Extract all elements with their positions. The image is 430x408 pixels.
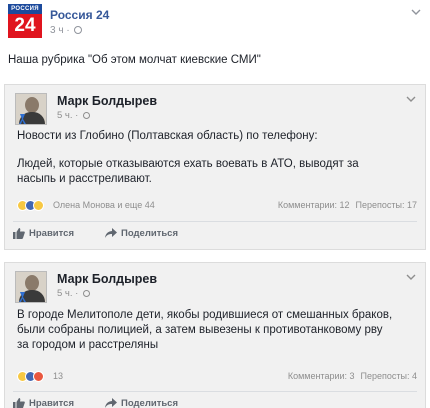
engagement-counts: Комментарии: 12 Перепосты: 17 — [272, 200, 417, 210]
embed-paragraph: насыпь и расстреливают. — [17, 173, 152, 185]
author-name[interactable]: Марк Болдырев — [57, 94, 157, 108]
post-text: Наша рубрика "Об этом молчат киевские СМ… — [8, 54, 261, 66]
ribbon-icon — [19, 292, 26, 302]
wow-reaction-icon — [33, 200, 44, 211]
globe-icon — [82, 289, 90, 297]
share-label: Поделиться — [121, 228, 179, 239]
embed-paragraph: были собраны полицией, а затем вывезены … — [17, 324, 383, 336]
embed-paragraph: Новости из Глобино (Полтавская область) … — [17, 130, 318, 142]
chevron-down-icon[interactable] — [405, 271, 417, 283]
reaction-icons — [17, 200, 51, 212]
page-name-link[interactable]: Россия 24 — [50, 8, 109, 22]
like-button[interactable]: Нравится — [13, 228, 74, 239]
chevron-down-icon[interactable] — [405, 93, 417, 105]
embed-paragraph: за городом и расстреляны — [17, 339, 159, 351]
embed-paragraph: Людей, которые отказываются ехать воеват… — [17, 158, 359, 170]
comments-count[interactable]: Комментарии: 12 — [278, 200, 350, 210]
reactions-label: Олена Монова и еще 44 — [53, 200, 155, 210]
globe-icon — [74, 26, 83, 35]
like-button[interactable]: Нравится — [13, 398, 74, 408]
share-label: Поделиться — [121, 398, 179, 408]
thumbs-up-icon — [13, 228, 25, 239]
ribbon-icon — [19, 114, 26, 124]
thumbs-up-icon — [13, 398, 25, 408]
like-label: Нравится — [29, 398, 74, 408]
angry-reaction-icon — [33, 371, 44, 382]
shares-count[interactable]: Перепосты: 4 — [361, 371, 417, 381]
share-button[interactable]: Поделиться — [105, 398, 178, 408]
embed-paragraph: В городе Мелитополе дети, якобы родившие… — [17, 309, 393, 321]
post-header: РОССИЯ 24 Россия 24 3 ч · — [8, 4, 422, 44]
reaction-icons — [17, 371, 51, 383]
logo-top-text: РОССИЯ — [8, 4, 42, 14]
embed-timestamp[interactable]: 5 ч. · — [57, 288, 90, 299]
engagement-counts: Комментарии: 3 Перепосты: 4 — [282, 371, 417, 381]
share-arrow-icon — [105, 228, 117, 239]
logo-number: 24 — [14, 15, 36, 36]
avatar[interactable] — [15, 93, 47, 125]
comments-count[interactable]: Комментарии: 3 — [288, 371, 355, 381]
embedded-post-2: Марк Болдырев 5 ч. · В городе Мелитополе… — [4, 262, 426, 408]
avatar[interactable] — [15, 271, 47, 303]
embed-time: 5 ч. · — [57, 110, 81, 121]
globe-icon — [82, 111, 90, 119]
reactions-label: 13 — [53, 371, 64, 381]
post-timestamp[interactable]: 3 ч · — [50, 25, 83, 36]
share-arrow-icon — [105, 398, 117, 408]
chevron-down-icon[interactable] — [410, 6, 422, 18]
post-time: 3 ч · — [50, 25, 73, 36]
shares-count[interactable]: Перепосты: 17 — [356, 200, 417, 210]
like-label: Нравится — [29, 228, 74, 240]
embed-timestamp[interactable]: 5 ч. · — [57, 110, 90, 121]
embedded-post-1: Марк Болдырев 5 ч. · Новости из Глобино … — [4, 84, 426, 250]
action-bar: Нравится Поделиться — [13, 221, 417, 245]
embed-time: 5 ч. · — [57, 288, 81, 299]
action-bar: Нравится Поделиться — [13, 391, 417, 408]
page-logo[interactable]: РОССИЯ 24 — [8, 4, 42, 38]
share-button[interactable]: Поделиться — [105, 228, 178, 239]
author-name[interactable]: Марк Болдырев — [57, 272, 157, 286]
